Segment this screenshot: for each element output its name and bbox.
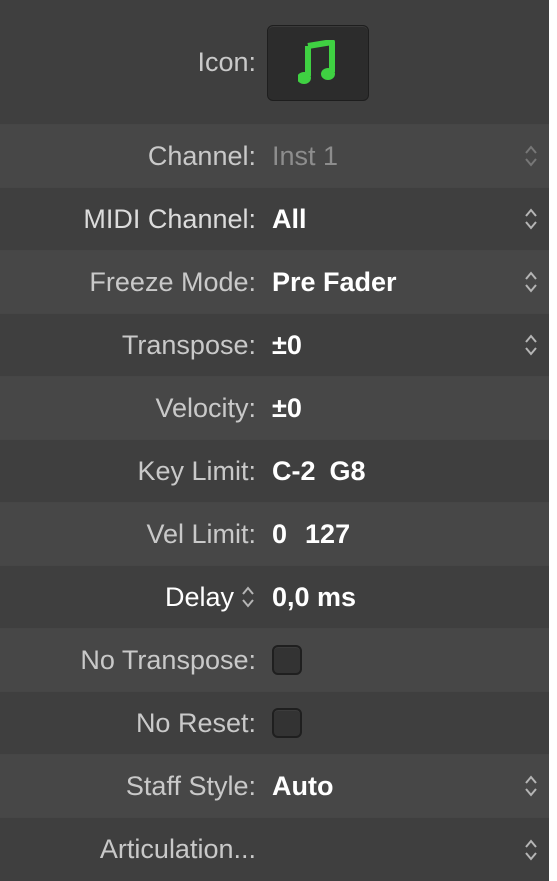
transpose-stepper-icon[interactable] xyxy=(523,330,539,360)
vel-limit-row: Vel Limit: 0 127 xyxy=(0,502,549,565)
channel-stepper-icon[interactable] xyxy=(523,141,539,171)
no-reset-checkbox[interactable] xyxy=(272,708,302,738)
track-icon-button[interactable] xyxy=(267,25,369,101)
staff-style-row[interactable]: Staff Style: Auto xyxy=(0,754,549,817)
freeze-mode-stepper-icon[interactable] xyxy=(523,267,539,297)
track-inspector-panel: Icon: Channel: Inst 1 MIDI Channel: All … xyxy=(0,0,549,881)
icon-row-bg: Icon: xyxy=(0,0,549,124)
staff-style-stepper-icon[interactable] xyxy=(523,771,539,801)
no-transpose-checkbox[interactable] xyxy=(272,645,302,675)
articulation-stepper-icon[interactable] xyxy=(523,835,539,865)
staff-style-value: Auto xyxy=(272,770,334,801)
no-reset-row: No Reset: xyxy=(0,691,549,754)
no-transpose-label: No Transpose: xyxy=(80,644,256,675)
icon-label: Icon: xyxy=(197,46,256,77)
channel-row[interactable]: Channel: Inst 1 xyxy=(0,124,549,187)
delay-label: Delay xyxy=(164,581,234,612)
staff-style-label: Staff Style: xyxy=(125,770,256,801)
no-reset-label: No Reset: xyxy=(135,707,256,738)
velocity-row: Velocity: ±0 xyxy=(0,376,549,439)
key-limit-high[interactable]: G8 xyxy=(330,456,366,487)
articulation-row[interactable]: Articulation... xyxy=(0,817,549,881)
freeze-mode-row[interactable]: Freeze Mode: Pre Fader xyxy=(0,250,549,313)
delay-unit-stepper-icon[interactable] xyxy=(240,582,256,612)
transpose-row[interactable]: Transpose: ±0 xyxy=(0,313,549,376)
channel-value: Inst 1 xyxy=(272,140,339,171)
key-limit-row: Key Limit: C-2 G8 xyxy=(0,439,549,502)
midi-channel-stepper-icon[interactable] xyxy=(523,204,539,234)
music-note-icon xyxy=(298,40,335,84)
key-limit-low[interactable]: C-2 xyxy=(272,456,316,487)
midi-channel-label: MIDI Channel: xyxy=(83,203,256,234)
freeze-mode-label: Freeze Mode: xyxy=(89,266,256,297)
delay-value[interactable]: 0,0 ms xyxy=(272,566,356,628)
transpose-label: Transpose: xyxy=(121,329,256,360)
vel-limit-low[interactable]: 0 xyxy=(272,519,287,550)
transpose-value[interactable]: ±0 xyxy=(272,314,302,376)
vel-limit-high[interactable]: 127 xyxy=(305,519,350,550)
freeze-mode-value: Pre Fader xyxy=(272,266,397,297)
vel-limit-label: Vel Limit: xyxy=(146,518,256,549)
velocity-value[interactable]: ±0 xyxy=(272,377,302,439)
key-limit-values: C-2 G8 xyxy=(272,440,366,502)
channel-label: Channel: xyxy=(147,140,256,171)
no-transpose-row: No Transpose: xyxy=(0,628,549,691)
midi-channel-row[interactable]: MIDI Channel: All xyxy=(0,187,549,250)
key-limit-label: Key Limit: xyxy=(137,455,256,486)
velocity-label: Velocity: xyxy=(155,392,256,423)
delay-label-group[interactable]: Delay xyxy=(165,566,256,628)
vel-limit-values: 0 127 xyxy=(272,503,350,565)
articulation-label: Articulation... xyxy=(99,834,256,864)
midi-channel-value: All xyxy=(272,203,307,234)
delay-row: Delay 0,0 ms xyxy=(0,565,549,628)
